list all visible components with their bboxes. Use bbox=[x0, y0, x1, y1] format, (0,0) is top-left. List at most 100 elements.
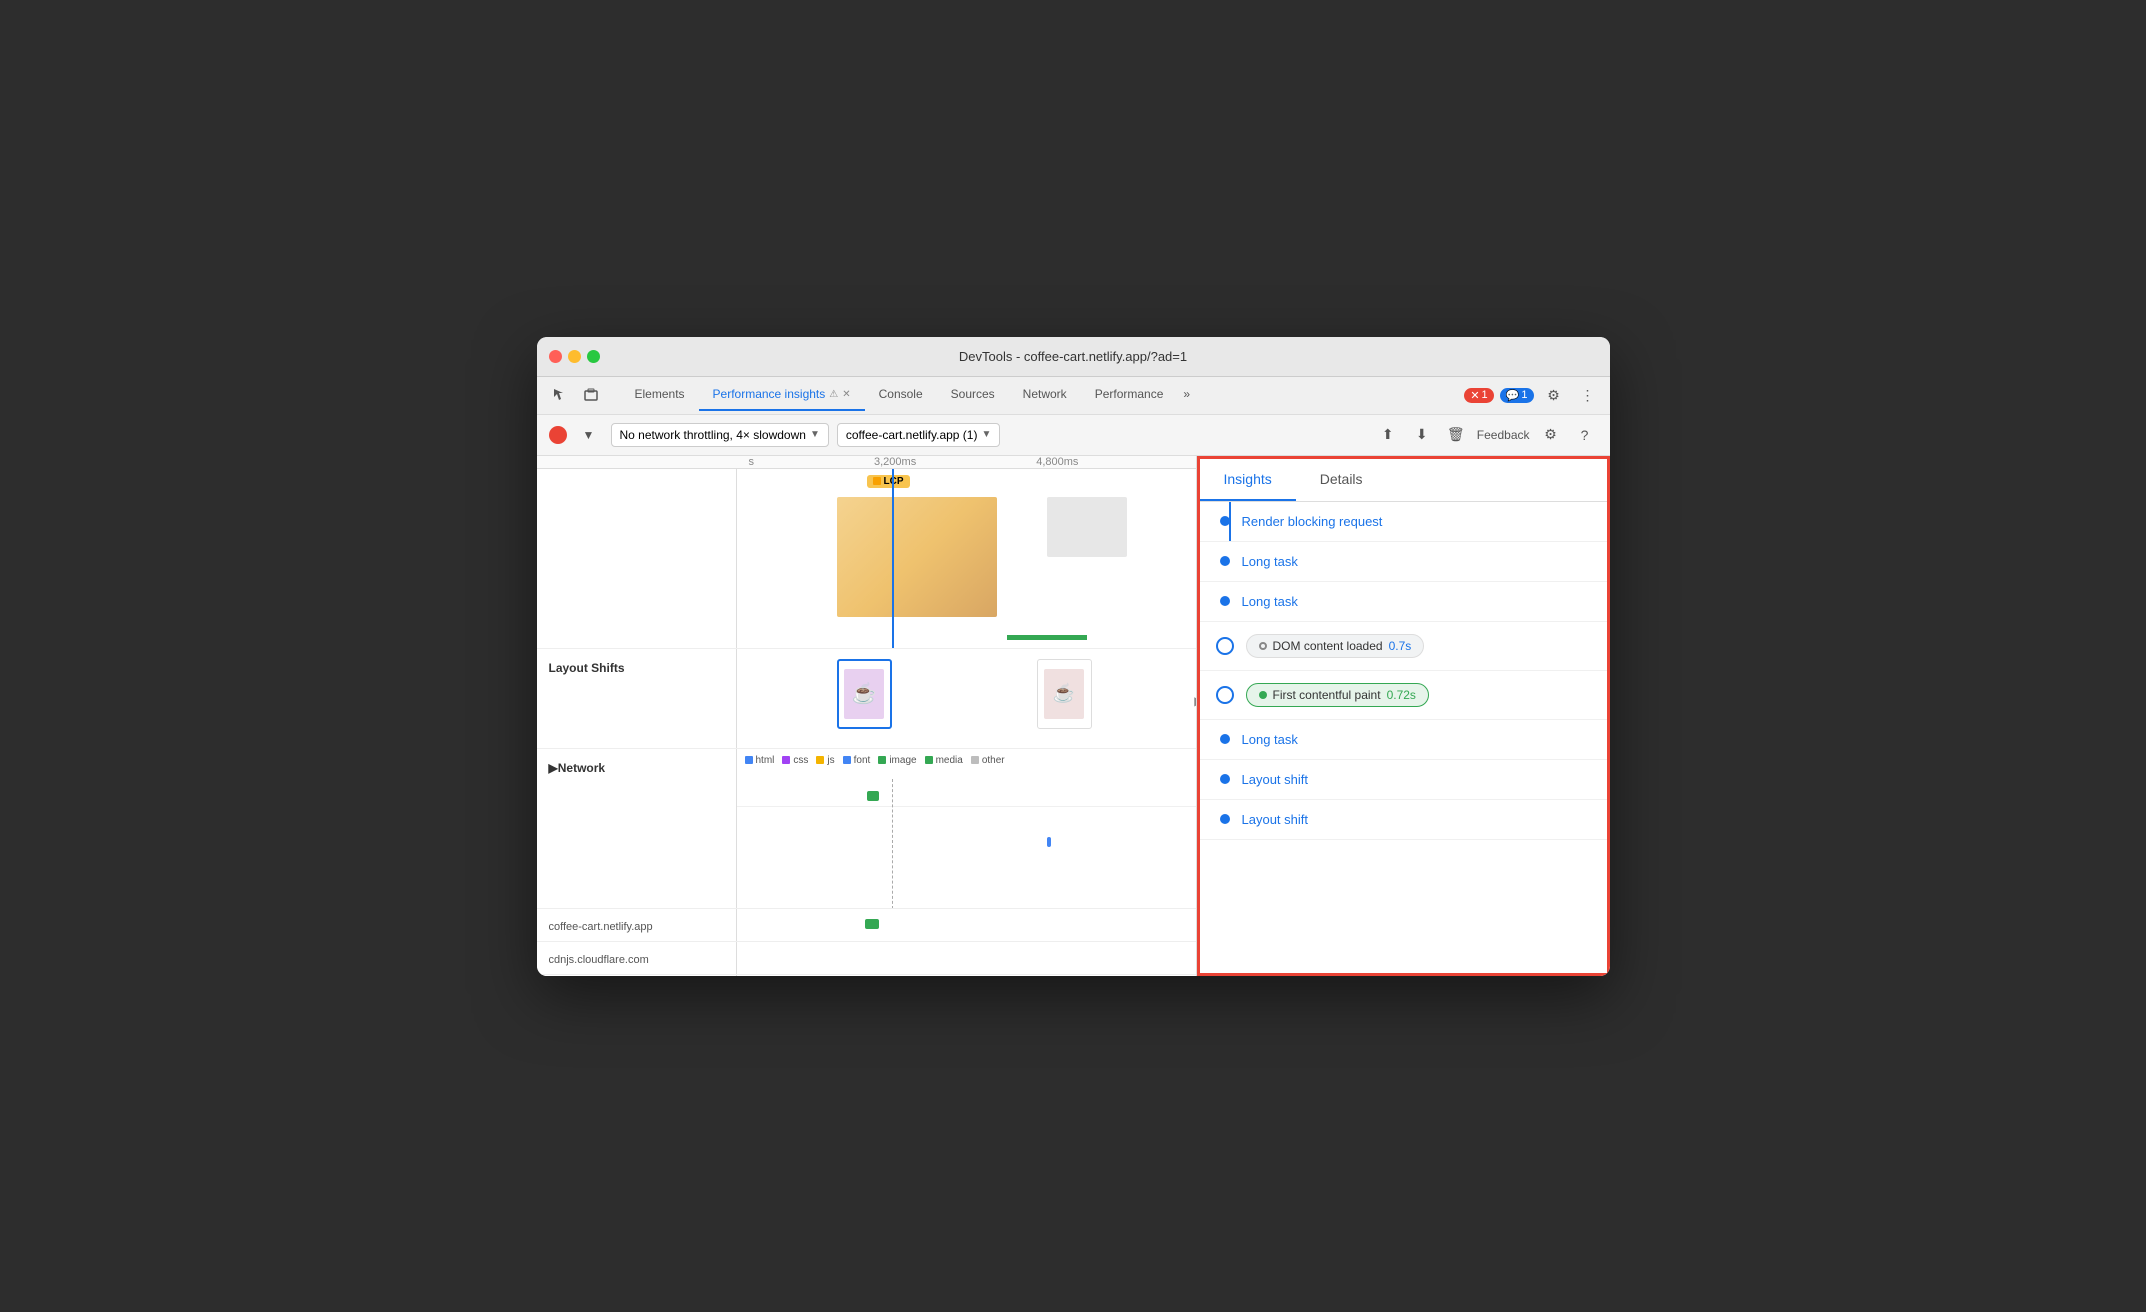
network-row-cdnjs bbox=[737, 813, 1196, 835]
legend-image-dot bbox=[878, 756, 886, 764]
insight-render-blocking[interactable]: Render blocking request bbox=[1200, 502, 1607, 542]
toolbar: Elements Performance insights ⚠ ✕ Consol… bbox=[537, 377, 1610, 415]
tab-close-icon[interactable]: ✕ bbox=[842, 389, 850, 400]
dot-marker-1 bbox=[1220, 516, 1230, 526]
dot-marker-6 bbox=[1220, 814, 1230, 824]
fcp-time: 0.72s bbox=[1387, 688, 1416, 702]
network-subrow-3: fonts.gstatic.com bbox=[537, 975, 1196, 976]
fonts-gstatic-bar bbox=[1047, 837, 1051, 847]
tab-more[interactable]: » bbox=[1177, 379, 1196, 411]
dom-content-text: DOM content loaded bbox=[1273, 639, 1383, 653]
timeline-ruler: s 3,200ms 4,800ms bbox=[737, 456, 1196, 468]
minimize-button[interactable] bbox=[568, 350, 581, 363]
fonts-content bbox=[737, 975, 1196, 976]
tab-performance[interactable]: Performance bbox=[1081, 379, 1178, 411]
tab-performance-insights[interactable]: Performance insights ⚠ ✕ bbox=[699, 379, 865, 411]
network-subrow-1: coffee-cart.netlify.app bbox=[537, 909, 1196, 942]
legend-other-dot bbox=[971, 756, 979, 764]
green-dot-icon bbox=[1259, 691, 1267, 699]
legend-font-dot bbox=[843, 756, 851, 764]
coffee-cart-label: coffee-cart.netlify.app bbox=[537, 909, 737, 941]
insight-long-task-3[interactable]: Long task bbox=[1200, 720, 1607, 760]
insight-long-task-1[interactable]: Long task bbox=[1200, 542, 1607, 582]
legend-other: other bbox=[971, 755, 1005, 766]
tab-sources[interactable]: Sources bbox=[937, 379, 1009, 411]
settings-2-icon[interactable]: ⚙ bbox=[1538, 422, 1564, 448]
insight-long-task-2[interactable]: Long task bbox=[1200, 582, 1607, 622]
download-icon[interactable]: ⬇ bbox=[1409, 422, 1435, 448]
feedback-button[interactable]: Feedback bbox=[1477, 428, 1530, 442]
tab-insights[interactable]: Insights bbox=[1200, 459, 1296, 501]
warning-icon: ⚠ bbox=[829, 389, 838, 400]
dot-marker-3 bbox=[1220, 596, 1230, 606]
panel-tabs: Insights Details bbox=[1200, 459, 1607, 502]
inspect-icon[interactable] bbox=[545, 381, 573, 409]
coffee-cart-image-bar bbox=[865, 919, 879, 929]
fcp-badge: First contentful paint 0.72s bbox=[1246, 683, 1429, 707]
help-icon[interactable]: ? bbox=[1572, 422, 1598, 448]
insight-dom-content-loaded[interactable]: DOM content loaded 0.7s bbox=[1200, 622, 1607, 671]
insight-first-contentful-paint[interactable]: First contentful paint 0.72s bbox=[1200, 671, 1607, 720]
tab-details[interactable]: Details bbox=[1296, 459, 1387, 501]
main-content: s 3,200ms 4,800ms LCP bbox=[537, 456, 1610, 976]
layout-shifts-content: ☕ ☕ ▶ bbox=[737, 649, 1196, 748]
legend-html-dot bbox=[745, 756, 753, 764]
network-content: html css js font bbox=[737, 749, 1196, 908]
site-selector-dropdown[interactable]: coffee-cart.netlify.app (1) ▼ bbox=[837, 423, 1001, 447]
lcp-section-label bbox=[537, 469, 737, 648]
right-arrow-indicator: ▶ bbox=[1194, 694, 1195, 708]
coffee-cart-content bbox=[737, 909, 1196, 941]
network-subrow-2: cdnjs.cloudflare.com bbox=[537, 942, 1196, 975]
legend-media-dot bbox=[925, 756, 933, 764]
layout-shifts-label: Layout Shifts bbox=[537, 649, 737, 748]
dot-marker-2 bbox=[1220, 556, 1230, 566]
long-task-2-link[interactable]: Long task bbox=[1242, 594, 1298, 609]
cdnjs-content bbox=[737, 942, 1196, 974]
device-toggle-icon[interactable] bbox=[577, 381, 605, 409]
legend-font: font bbox=[843, 755, 871, 766]
controls-right: ⬆ ⬇ 🗑 Feedback ⚙ ? bbox=[1375, 422, 1598, 448]
titlebar: DevTools - coffee-cart.netlify.app/?ad=1 bbox=[537, 337, 1610, 377]
long-task-1-link[interactable]: Long task bbox=[1242, 554, 1298, 569]
tab-network[interactable]: Network bbox=[1009, 379, 1081, 411]
layout-shifts-section: Layout Shifts ☕ ☕ ▶ bbox=[537, 649, 1196, 749]
close-button[interactable] bbox=[549, 350, 562, 363]
layout-shifts-text: Layout Shifts bbox=[549, 661, 625, 675]
more-options-icon[interactable]: ⋮ bbox=[1574, 381, 1602, 409]
legend-css-label: css bbox=[793, 755, 808, 766]
legend-html: html bbox=[745, 755, 775, 766]
network-throttle-dropdown[interactable]: No network throttling, 4× slowdown ▼ bbox=[611, 423, 829, 447]
lcp-badge: LCP bbox=[867, 475, 910, 488]
tab-console[interactable]: Console bbox=[865, 379, 937, 411]
insight-layout-shift-2[interactable]: Layout shift bbox=[1200, 800, 1607, 840]
window-title: DevTools - coffee-cart.netlify.app/?ad=1 bbox=[959, 349, 1187, 364]
record-button[interactable] bbox=[549, 426, 567, 444]
lcp-visual-rect-2 bbox=[1047, 497, 1127, 557]
tab-elements[interactable]: Elements bbox=[621, 379, 699, 411]
legend-js-label: js bbox=[827, 755, 834, 766]
upload-icon[interactable]: ⬆ bbox=[1375, 422, 1401, 448]
green-progress-bar bbox=[1007, 635, 1087, 640]
render-blocking-link[interactable]: Render blocking request bbox=[1242, 514, 1383, 529]
legend-image: image bbox=[878, 755, 916, 766]
legend-css-dot bbox=[782, 756, 790, 764]
insight-layout-shift-1[interactable]: Layout shift bbox=[1200, 760, 1607, 800]
circle-marker-2 bbox=[1216, 686, 1234, 704]
legend-font-label: font bbox=[854, 755, 871, 766]
fullscreen-button[interactable] bbox=[587, 350, 600, 363]
devtools-window: DevTools - coffee-cart.netlify.app/?ad=1… bbox=[537, 337, 1610, 976]
delete-icon[interactable]: 🗑 bbox=[1443, 422, 1469, 448]
network-label: ▶ Network bbox=[537, 749, 737, 908]
error-count-badge[interactable]: ✕ 1 bbox=[1464, 388, 1493, 403]
dot-marker-4 bbox=[1220, 734, 1230, 744]
insights-panel: Insights Details Render blocking request bbox=[1197, 456, 1610, 976]
layout-card-2: ☕ bbox=[1037, 659, 1092, 729]
layout-shift-1-link[interactable]: Layout shift bbox=[1242, 772, 1309, 787]
dropdown-arrow-icon[interactable]: ▼ bbox=[575, 421, 603, 449]
lcp-label: LCP bbox=[884, 476, 904, 487]
chat-count-badge[interactable]: 💬 1 bbox=[1500, 388, 1534, 403]
lcp-timeline-section: LCP bbox=[537, 469, 1196, 649]
long-task-3-link[interactable]: Long task bbox=[1242, 732, 1298, 747]
settings-icon[interactable]: ⚙ bbox=[1540, 381, 1568, 409]
layout-shift-2-link[interactable]: Layout shift bbox=[1242, 812, 1309, 827]
